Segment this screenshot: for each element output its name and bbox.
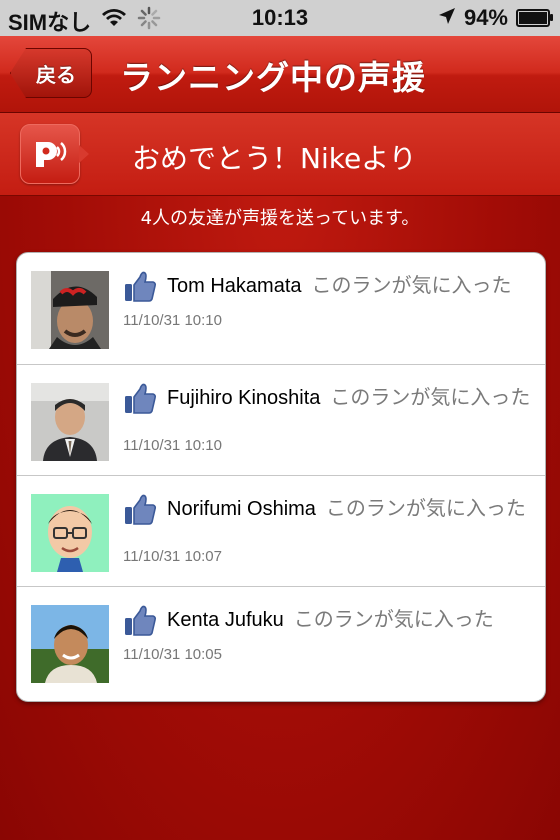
cheer-timestamp: 11/10/31 10:07 (123, 548, 222, 565)
list-item[interactable]: Tom Hakamata このランが気に入った 11/10/31 10:10 (17, 253, 545, 365)
page-title: ランニング中の声援 (120, 58, 426, 97)
banner-text: おめでとう！Nikeより (132, 142, 417, 175)
cheer-banner: おめでとう！Nikeより (0, 113, 560, 196)
battery-percent: 94% (463, 5, 508, 30)
battery-icon (516, 9, 553, 27)
avatar (31, 494, 109, 572)
cheer-entry: Fujihiro Kinoshita このランが気に入った (123, 383, 537, 412)
status-right: 94% (438, 5, 553, 31)
friends-cheering-count: 4人の友達が声援を送っています。 (140, 208, 420, 229)
list-item[interactable]: Norifumi Oshima このランが気に入った 11/10/31 10:07 (17, 476, 545, 587)
friend-name: Kenta Jufuku (167, 609, 284, 631)
cheer-message: このランが気に入った (330, 385, 531, 409)
location-arrow-icon (438, 5, 456, 31)
cheer-entry: Norifumi Oshima このランが気に入った (123, 494, 537, 523)
battery-fill (519, 12, 548, 24)
cheer-message: このランが気に入った (293, 607, 494, 631)
cheer-entry: Tom Hakamata このランが気に入った (123, 271, 537, 300)
cheer-list: Tom Hakamata このランが気に入った 11/10/31 10:10 Fu… (16, 252, 546, 702)
back-button[interactable]: 戻る (10, 48, 92, 98)
cheer-message: このランが気に入った (325, 496, 526, 520)
avatar (31, 605, 109, 683)
friend-name: Norifumi Oshima (167, 498, 316, 520)
avatar (31, 383, 109, 461)
status-bar: SIMなし 10:13 94% (0, 0, 560, 36)
cheer-timestamp: 11/10/31 10:10 (123, 437, 222, 454)
cheer-message: このランが気に入った (311, 273, 512, 297)
navigation-bar: 戻る ランニング中の声援 (0, 36, 560, 113)
list-item[interactable]: Kenta Jufuku このランが気に入った 11/10/31 10:05 (17, 587, 545, 698)
avatar (31, 271, 109, 349)
cheer-timestamp: 11/10/31 10:05 (123, 646, 222, 663)
friend-name: Fujihiro Kinoshita (167, 387, 321, 409)
friend-name: Tom Hakamata (167, 275, 302, 297)
list-item[interactable]: Fujihiro Kinoshita このランが気に入った 11/10/31 10… (17, 365, 545, 476)
cheer-timestamp: 11/10/31 10:10 (123, 312, 222, 329)
speaker-voice-icon (20, 124, 89, 184)
cheer-entry: Kenta Jufuku このランが気に入った (123, 605, 537, 634)
